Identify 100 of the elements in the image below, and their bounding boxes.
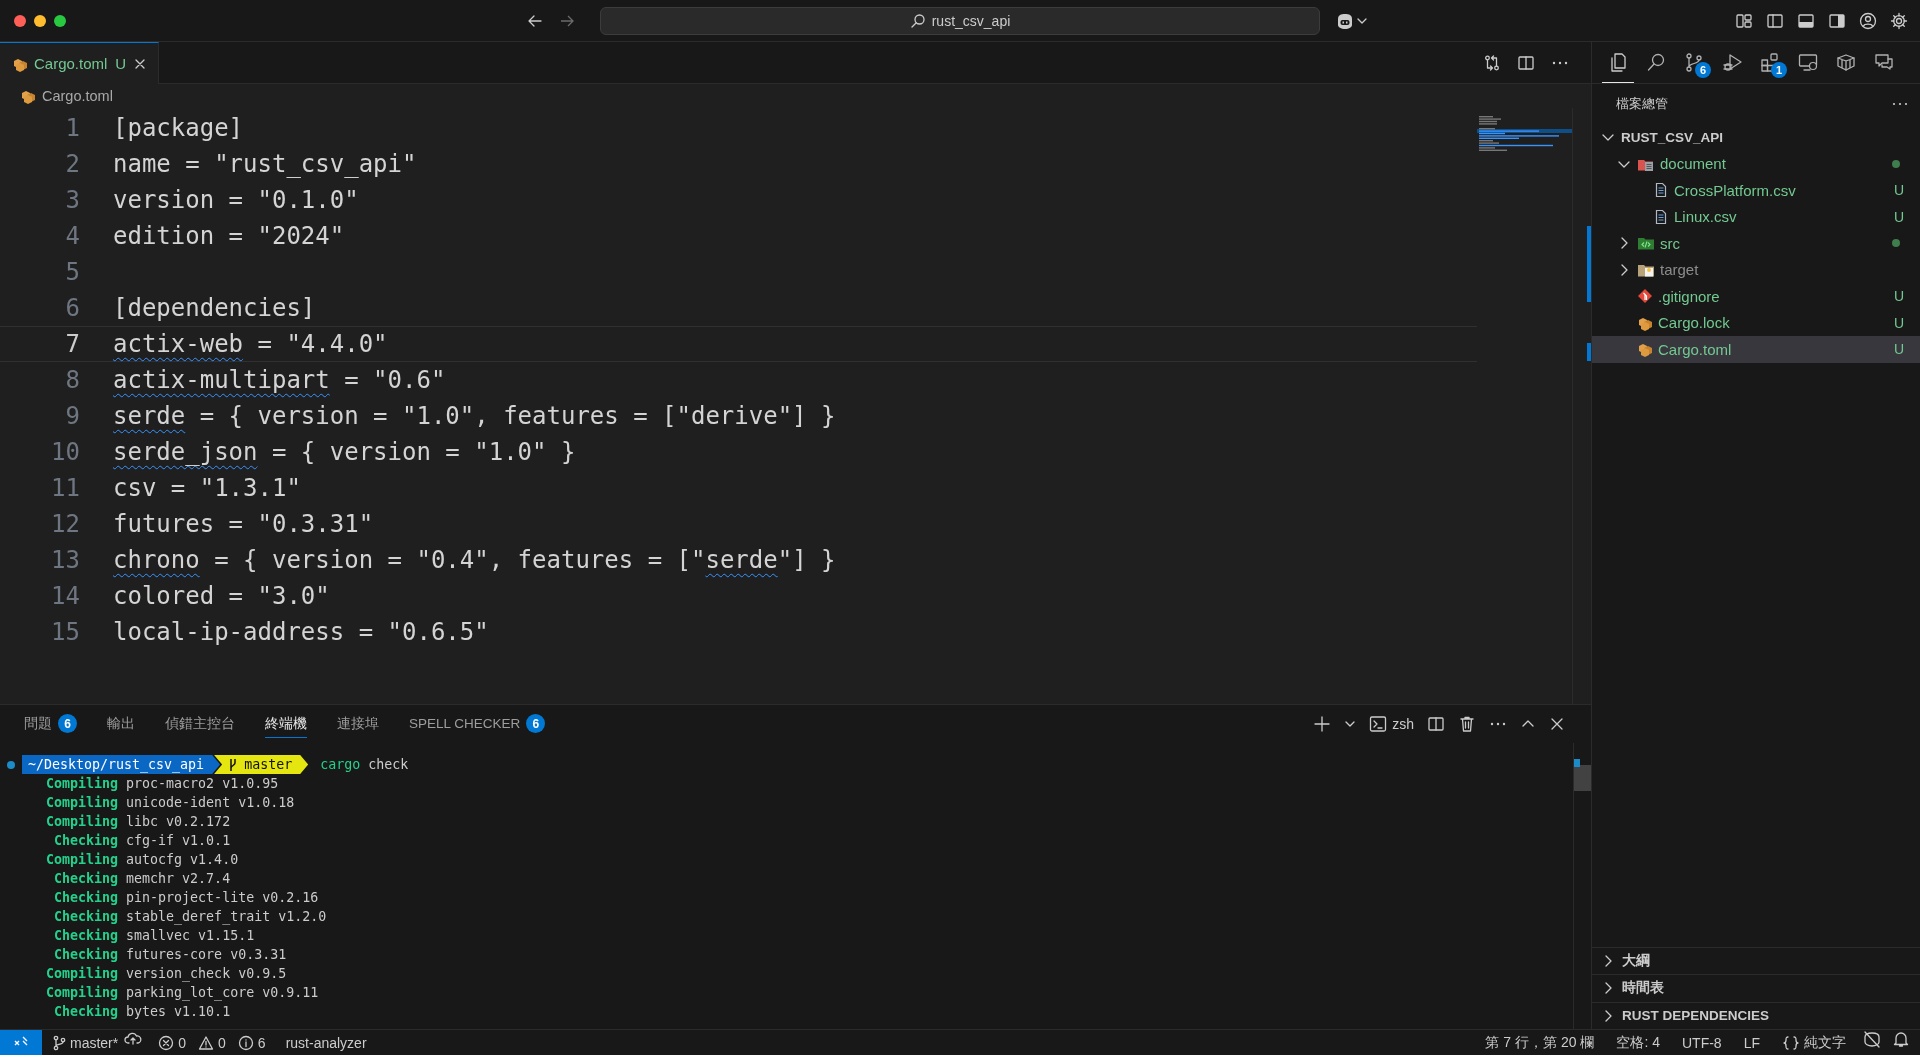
build-status: Compiling	[45, 851, 119, 869]
code-text: = "4.4.0"	[256, 330, 388, 358]
output-line: unicode-ident v1.0.18	[126, 794, 296, 812]
misspelled-word: serde	[113, 402, 186, 430]
misspelled-word: chrono	[113, 546, 200, 574]
tree-item[interactable]: src	[1592, 230, 1920, 257]
build-status: Checking	[53, 927, 119, 945]
panel-tab[interactable]: 輸出	[107, 710, 135, 738]
settings-icon[interactable]	[1890, 11, 1908, 30]
build-status: Checking	[53, 946, 119, 964]
trash-icon[interactable]	[1458, 715, 1476, 733]
build-status: Compiling	[45, 813, 119, 831]
cursor-position[interactable]: 第 7 行，第 20 欄	[1479, 1030, 1601, 1055]
search-field[interactable]: rust_csv_api	[600, 6, 1320, 35]
build-status: Compiling	[45, 775, 119, 793]
right-sidebar-icon[interactable]	[1828, 11, 1846, 30]
line-number: 10	[50, 438, 80, 466]
build-status: Checking	[53, 908, 119, 926]
panel-title: 檔案總管	[1616, 95, 1668, 113]
panel-tab[interactable]: 問題 6	[24, 710, 77, 738]
git-status-label: U	[1893, 341, 1904, 358]
tree-item[interactable]: Cargo.toml U	[1592, 336, 1920, 363]
panel-tab[interactable]: SPELL CHECKER 6	[409, 710, 546, 738]
activity-tab[interactable]: 6	[1678, 42, 1710, 83]
line-number: 7	[64, 330, 80, 358]
minimize-button[interactable]	[34, 14, 46, 27]
indentation-status[interactable]: 空格: 4	[1610, 1030, 1666, 1055]
misspelled-word: serde	[705, 546, 778, 574]
terminal-icon	[1369, 715, 1388, 733]
command-status-dot	[7, 760, 15, 769]
breadcrumb-item[interactable]: Cargo.toml	[42, 88, 113, 104]
line-number: 15	[50, 618, 80, 646]
tree-item[interactable]: document	[1592, 150, 1920, 177]
close-button[interactable]	[14, 14, 26, 27]
branch-icon	[228, 757, 239, 772]
close-icon[interactable]	[1549, 716, 1565, 732]
section-header[interactable]: 時間表	[1592, 974, 1920, 1002]
panel-tab[interactable]: 終端機	[265, 710, 307, 738]
output-line: parking_lot_core v0.9.11	[126, 984, 320, 1002]
code-text: futures = "0.3.31"	[113, 510, 374, 538]
tree-item[interactable]: Cargo.lock U	[1592, 309, 1920, 336]
activity-tab[interactable]: 1	[1754, 42, 1786, 83]
terminal-selector[interactable]: zsh	[1369, 715, 1414, 733]
bell-icon[interactable]	[1892, 1030, 1910, 1048]
tree-item[interactable]: Linux.csv U	[1592, 203, 1920, 230]
monitor-icon	[1798, 52, 1818, 72]
tree-item[interactable]: RUST_CSV_API	[1592, 124, 1920, 151]
line-number: 2	[64, 150, 80, 178]
account-icon[interactable]	[1859, 11, 1877, 30]
left-sidebar-icon[interactable]	[1766, 11, 1784, 30]
split-terminal-icon[interactable]	[1427, 715, 1445, 733]
run-debug-icon	[1722, 52, 1742, 72]
errors-status[interactable]: 0	[152, 1030, 193, 1055]
line-number: 1	[64, 114, 80, 142]
folder-icon	[1637, 235, 1655, 252]
line-number: 6	[64, 294, 80, 322]
output-line: smallvec v1.15.1	[126, 927, 256, 945]
line-ending-status[interactable]: LF	[1737, 1030, 1766, 1055]
build-status: Checking	[53, 870, 119, 888]
cube-icon	[1836, 52, 1856, 72]
info-status[interactable]: 6	[231, 1030, 272, 1055]
plus-icon[interactable]	[1313, 715, 1332, 733]
branch-icon	[52, 1034, 66, 1051]
warnings-status[interactable]: 0	[192, 1030, 232, 1055]
split-editor-icon[interactable]	[1517, 53, 1535, 72]
command-argument: check	[368, 756, 409, 774]
bottom-panel-icon[interactable]	[1797, 11, 1815, 30]
build-status: Checking	[53, 832, 119, 850]
output-line: autocfg v1.4.0	[126, 851, 240, 869]
compare-changes-icon[interactable]	[1483, 53, 1501, 72]
layout-icon[interactable]	[1735, 11, 1753, 30]
editor-tab[interactable]: Cargo.toml U	[0, 42, 160, 84]
section-header[interactable]: 大綱	[1592, 946, 1920, 974]
braces-icon	[1782, 1034, 1800, 1051]
line-number: 11	[50, 474, 80, 502]
prompt-path: ~/Desktop/rust_csv_api	[22, 755, 221, 774]
maximize-button[interactable]	[54, 14, 66, 27]
language-server-status[interactable]: rust-analyzer	[279, 1030, 373, 1055]
search-icon	[1646, 52, 1666, 72]
tree-item[interactable]: .gitignore U	[1592, 283, 1920, 310]
branch-button[interactable]: master*	[46, 1030, 125, 1055]
error-icon	[158, 1034, 175, 1051]
panel-tab[interactable]: 偵錯主控台	[165, 710, 235, 738]
panel-tab[interactable]: 連接埠	[337, 710, 379, 738]
git-status-label: U	[1893, 314, 1904, 331]
output-line: futures-core v0.3.31	[126, 946, 288, 964]
git-status-label: U	[1893, 182, 1904, 199]
encoding-status[interactable]: UTF-8	[1676, 1030, 1728, 1055]
code-text: local-ip-address = "0.6.5"	[113, 618, 489, 646]
code-text: = { version = "1.0", features = ["derive"] }	[198, 402, 836, 430]
language-mode[interactable]: 純文字	[1776, 1030, 1852, 1055]
git-status-label: U	[1893, 288, 1904, 305]
tree-item[interactable]: target	[1592, 256, 1920, 283]
count-badge: 6	[526, 714, 546, 733]
build-status: Compiling	[45, 965, 119, 983]
cloud-upload-icon[interactable]	[124, 1030, 143, 1046]
misspelled-word: actix-web	[113, 330, 244, 358]
code-text: version = "0.1.0"	[113, 186, 359, 214]
command-name: cargo	[320, 756, 361, 774]
tree-item[interactable]: CrossPlatform.csv U	[1592, 177, 1920, 204]
